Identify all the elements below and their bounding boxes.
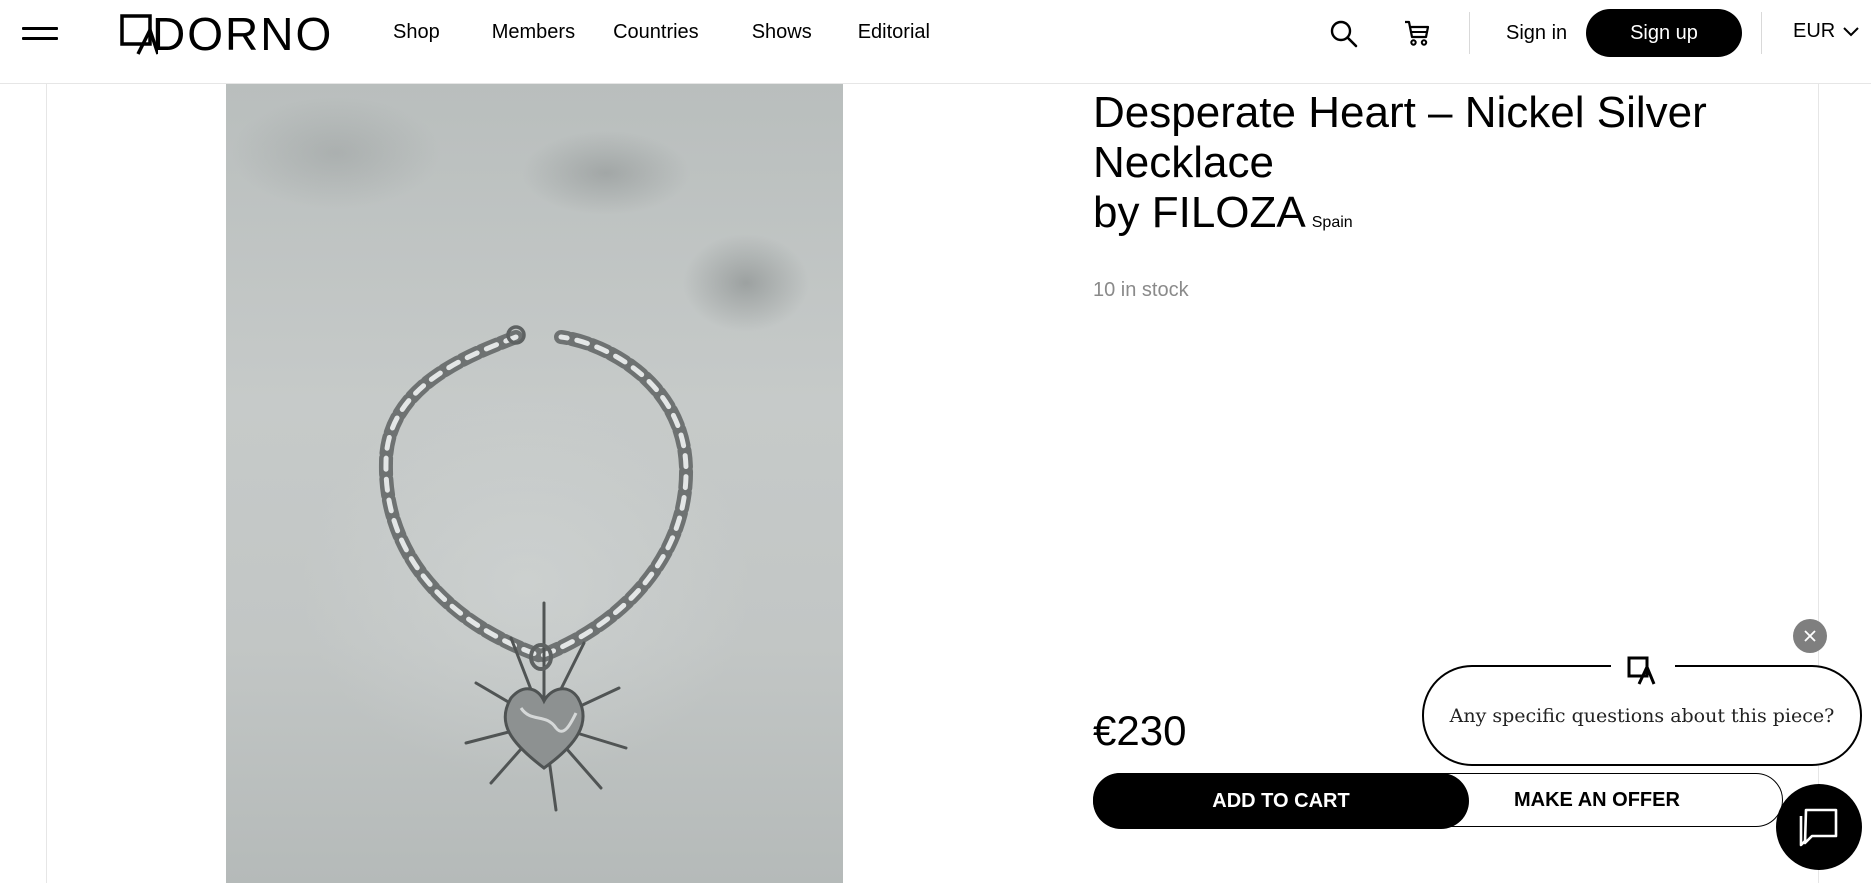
nav-editorial[interactable]: Editorial [858,21,930,44]
content-frame-border [46,83,47,883]
necklace-illustration [378,325,694,812]
chevron-down-icon [1843,26,1859,36]
currency-label: EUR [1793,20,1836,42]
header-divider [1469,12,1470,54]
designer-country: Spain [1311,214,1353,231]
product-info: Desperate Heart – Nickel Silver Necklace… [1093,88,1793,248]
add-to-cart-button[interactable]: ADD TO CART [1093,773,1469,829]
site-header: DORNO Shop Members Countries Shows Edito… [0,0,1871,84]
search-icon[interactable] [1329,19,1359,49]
close-icon[interactable] [1793,619,1827,653]
chat-logo [1611,655,1675,685]
header-divider [1761,12,1762,54]
nav-members[interactable]: Members [492,21,575,44]
currency-selector[interactable]: EUR [1793,20,1859,43]
logo[interactable]: DORNO [120,8,334,60]
designer-line: by FILOZA Spain [1093,188,1793,248]
by-prefix: by [1093,188,1140,237]
nav-countries[interactable]: Countries [613,21,699,44]
signup-button[interactable]: Sign up [1586,9,1742,57]
product-image[interactable] [226,83,843,883]
chat-launcher-button[interactable] [1776,784,1862,870]
product-title: Desperate Heart – Nickel Silver Necklace [1093,88,1707,187]
nav-shop[interactable]: Shop [393,21,440,44]
signin-link[interactable]: Sign in [1506,22,1567,45]
cart-icon[interactable] [1402,18,1432,48]
adorno-logo-icon [1627,656,1656,685]
chat-icon [1799,808,1838,847]
make-offer-label: MAKE AN OFFER [1514,789,1680,811]
product-price: €230 [1093,707,1187,754]
main-nav: Shop Members Countries Shows Editorial [393,21,930,44]
designer-link[interactable]: FILOZA [1152,188,1306,237]
nav-shows[interactable]: Shows [752,21,812,44]
stock-status: 10 in stock [1093,279,1189,301]
hamburger-menu-icon[interactable] [22,22,58,44]
chat-prompt-text: Any specific questions about this piece? [1449,704,1835,727]
logo-wordmark: DORNO [152,8,334,60]
logo-mark-icon [120,14,158,55]
